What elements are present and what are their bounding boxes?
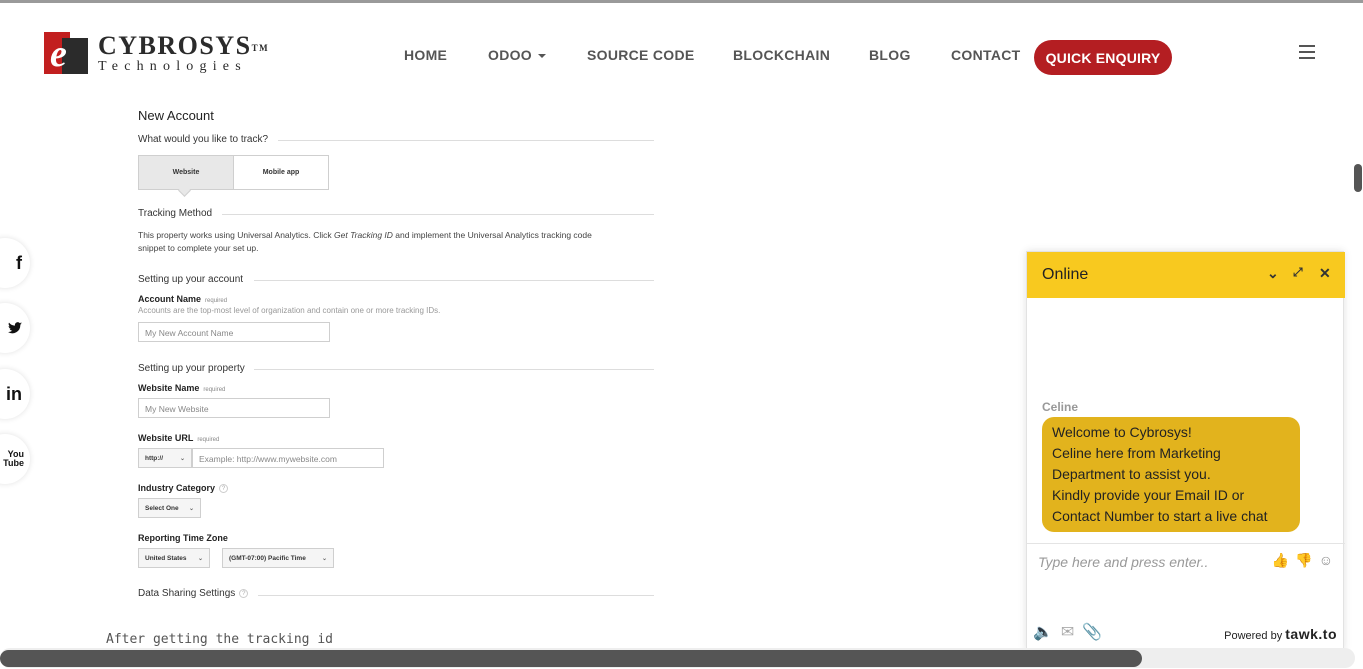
chat-widget: Online ⌄ ⤢ ✕ Celine Welcome to Cybrosys!… xyxy=(1026,251,1345,651)
chevron-down-icon: ⌄ xyxy=(179,456,185,462)
divider xyxy=(254,369,654,370)
account-name-input[interactable]: My New Account Name xyxy=(138,322,330,342)
track-question: What would you like to track? xyxy=(138,134,269,145)
quick-enquiry-button[interactable]: QUICK ENQUIRY xyxy=(1034,40,1172,75)
thumbs-up-icon[interactable]: 👍 xyxy=(1272,552,1289,569)
logo-mark-icon: e xyxy=(44,32,88,76)
website-name-label: Website Name required xyxy=(138,383,226,393)
help-icon[interactable]: ? xyxy=(239,588,249,598)
nav-blockchain[interactable]: BLOCKCHAIN xyxy=(733,47,830,63)
account-name-label: Account Name required xyxy=(138,294,228,304)
email-icon[interactable]: ✉ xyxy=(1061,622,1074,642)
nav-contact[interactable]: CONTACT xyxy=(951,47,1021,63)
facebook-icon[interactable]: f xyxy=(0,238,30,288)
horizontal-scrollbar[interactable] xyxy=(0,650,1142,667)
nav-odoo[interactable]: ODOO xyxy=(488,47,546,63)
divider xyxy=(222,214,654,215)
form-title: New Account xyxy=(138,108,214,123)
tab-website[interactable]: Website xyxy=(139,156,234,189)
website-name-input[interactable]: My New Website xyxy=(138,398,330,418)
nav-blog[interactable]: BLOG xyxy=(869,47,911,63)
menu-icon[interactable] xyxy=(1299,45,1315,59)
divider xyxy=(1027,543,1345,544)
twitter-icon[interactable] xyxy=(0,303,30,353)
nav-source-code[interactable]: SOURCE CODE xyxy=(587,47,695,63)
chat-status: Online xyxy=(1042,266,1089,283)
popout-icon[interactable]: ⤢ xyxy=(1293,265,1303,280)
property-heading: Setting up your property xyxy=(138,363,245,374)
emoji-icon[interactable]: ☺ xyxy=(1319,552,1333,569)
website-url-label: Website URL required xyxy=(138,433,220,443)
chat-input[interactable]: Type here and press enter.. xyxy=(1038,554,1208,570)
chat-header[interactable]: Online ⌄ ⤢ ✕ xyxy=(1027,252,1345,298)
tracking-description: This property works using Universal Anal… xyxy=(138,230,592,253)
page: e CYBROSYSTM Technologies HOME ODOO SOUR… xyxy=(0,0,1363,669)
powered-by[interactable]: Powered by tawk.to xyxy=(1224,626,1337,642)
timezone-label: Reporting Time Zone xyxy=(138,533,228,543)
rating-icons: 👍 👎 ☺ xyxy=(1272,552,1333,569)
help-icon[interactable]: ? xyxy=(219,484,229,494)
chat-message: Welcome to Cybrosys! Celine here from Ma… xyxy=(1042,417,1300,532)
linkedin-icon[interactable]: in xyxy=(0,369,30,419)
logo-subtitle: Technologies xyxy=(98,59,247,74)
track-type-tabs: Website Mobile app xyxy=(138,155,329,190)
attachment-icon[interactable]: 📎 xyxy=(1082,622,1102,642)
timezone-select[interactable]: (GMT-07:00) Pacific Time ⌄ xyxy=(222,548,334,568)
chevron-down-icon: ⌄ xyxy=(188,506,194,512)
window-top-border xyxy=(0,0,1363,3)
logo[interactable]: e CYBROSYSTM Technologies xyxy=(44,32,269,76)
close-icon[interactable]: ✕ xyxy=(1319,265,1331,282)
minimize-icon[interactable]: ⌄ xyxy=(1267,265,1279,282)
thumbs-down-icon[interactable]: 👎 xyxy=(1295,552,1312,569)
divider xyxy=(258,595,654,596)
chevron-down-icon xyxy=(537,54,546,59)
agent-name: Celine xyxy=(1042,400,1079,414)
sound-icon[interactable]: 🔈 xyxy=(1033,622,1053,642)
divider xyxy=(254,280,654,281)
youtube-icon[interactable]: You Tube xyxy=(0,434,30,484)
article-text: After getting the tracking id xyxy=(106,632,333,647)
industry-select[interactable]: Select One ⌄ xyxy=(138,498,201,518)
chat-tools: 🔈 ✉ 📎 xyxy=(1033,622,1102,642)
divider xyxy=(278,140,654,141)
vertical-scrollbar[interactable] xyxy=(1354,164,1362,192)
protocol-select[interactable]: http://⌄ xyxy=(138,448,192,468)
tracking-method-heading: Tracking Method xyxy=(138,208,213,219)
country-select[interactable]: United States ⌄ xyxy=(138,548,210,568)
website-url-input[interactable]: Example: http://www.mywebsite.com xyxy=(192,448,384,468)
account-heading: Setting up your account xyxy=(138,274,244,285)
chevron-down-icon: ⌄ xyxy=(321,556,327,562)
data-sharing-heading: Data Sharing Settings? xyxy=(138,588,249,599)
logo-name: CYBROSYSTM xyxy=(98,31,270,60)
account-hint: Accounts are the top-most level of organ… xyxy=(138,306,441,315)
nav-home[interactable]: HOME xyxy=(404,47,447,63)
industry-category-label: Industry Category? xyxy=(138,483,229,494)
chevron-down-icon: ⌄ xyxy=(197,556,203,562)
tab-mobile-app[interactable]: Mobile app xyxy=(234,156,328,189)
